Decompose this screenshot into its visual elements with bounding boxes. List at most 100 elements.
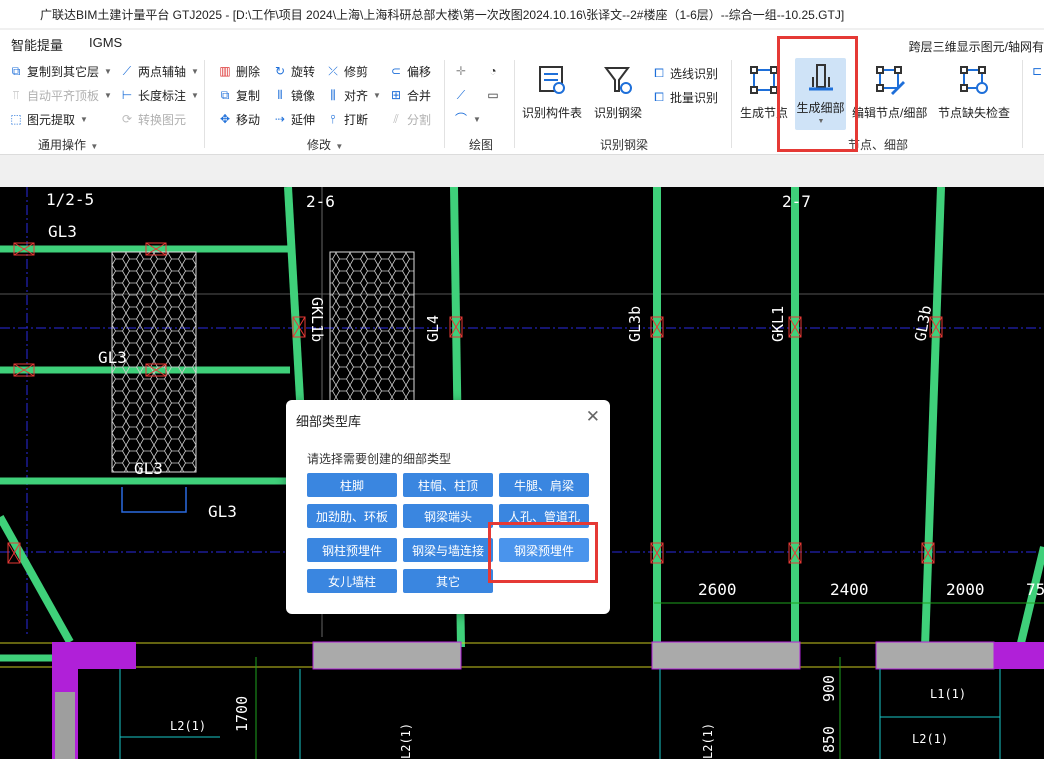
offset-icon: ⊂	[390, 64, 402, 78]
batch-recognize-button[interactable]: ⧠ 批量识别	[652, 87, 718, 107]
group-separator	[204, 60, 205, 148]
merge-icon: ⊞	[390, 88, 402, 102]
gen-node-button[interactable]: 生成节点	[740, 60, 788, 121]
type-button-manhole[interactable]: 人孔、管道孔	[499, 504, 589, 528]
chevron-down-icon: ▼	[191, 66, 199, 76]
menu-tab-igms[interactable]: IGMS	[89, 35, 122, 50]
batch-icon: ⧠	[654, 90, 664, 104]
toolbar-strip	[0, 155, 1044, 188]
auto-align-top-button[interactable]: ⫪ 自动平齐顶板 ▼	[9, 85, 112, 105]
ribbon-toolbar: ⧉ 复制到其它层 ▼ ⫪ 自动平齐顶板 ▼ ⬚ 图元提取 ▼ ⟋ 两点辅轴 ▼ ⊢ 长度…	[0, 56, 1044, 155]
rectangle-icon: ▭	[487, 88, 499, 102]
recognize-table-button[interactable]: 识别构件表	[522, 60, 582, 121]
trim-button[interactable]: ⤫ 修剪	[326, 61, 368, 81]
split-button[interactable]: ⫽ 分割	[389, 109, 431, 129]
recognize-beam-button[interactable]: 识别钢梁	[594, 60, 642, 121]
type-button-beam-end[interactable]: 钢梁端头	[403, 504, 493, 528]
align-button[interactable]: ⫼ 对齐 ▼	[326, 85, 381, 105]
break-button[interactable]: ⫯ 打断	[326, 109, 368, 129]
chevron-down-icon: ▼	[90, 142, 99, 151]
grid-label: 2-7	[782, 192, 811, 211]
type-button-column-embed[interactable]: 钢柱预埋件	[307, 538, 397, 562]
select-line-icon: ⧠	[654, 66, 664, 80]
node-check-button[interactable]: 节点缺失检查	[938, 60, 1010, 121]
menu-tab-smart[interactable]: 智能提量	[11, 35, 63, 54]
beam-label: GL3b	[626, 306, 644, 342]
grid-label: 2-6	[306, 192, 335, 211]
type-button-column-base[interactable]: 柱脚	[307, 473, 397, 497]
mirror-button[interactable]: ⫴ 镜像	[273, 85, 315, 105]
type-button-stiffener[interactable]: 加劲肋、环板	[307, 504, 397, 528]
offset-button[interactable]: ⊂ 偏移	[389, 61, 431, 81]
beam-label: L2(1)	[399, 723, 413, 759]
beam-label: L2(1)	[701, 723, 715, 759]
dimension-icon: ⊢	[121, 88, 133, 102]
group-label-general[interactable]: 通用操作 ▼	[38, 136, 98, 153]
point-icon: ✛	[455, 64, 467, 78]
break-icon: ⫯	[330, 112, 336, 126]
chevron-down-icon: ▼	[473, 114, 481, 124]
group-label-recognize: 识别钢梁	[600, 138, 649, 152]
draw-point-button[interactable]: ✛	[454, 61, 468, 81]
element-extract-button[interactable]: ⬚ 图元提取 ▼	[9, 109, 88, 129]
chevron-down-icon: ▼	[104, 90, 112, 100]
group-label-modify[interactable]: 修改 ▼	[307, 136, 343, 153]
group-separator	[731, 60, 732, 148]
dimension-label: 75	[1026, 580, 1044, 599]
detail-type-library-dialog: 细部类型库 ✕ 请选择需要创建的细部类型 柱脚 柱帽、柱顶 牛腿、肩梁 加劲肋、…	[286, 400, 610, 614]
extend-button[interactable]: ⇢ 延伸	[273, 109, 315, 129]
draw-arc-button[interactable]: ⌒ ▼	[454, 109, 481, 129]
menu-right-hint[interactable]: 跨层三维显示图元/轴网有	[909, 38, 1044, 55]
type-button-other[interactable]: 其它	[403, 569, 493, 593]
window-title: 广联达BIM土建计量平台 GTJ2025 - [D:\工作\项目 2024\上海…	[40, 7, 845, 22]
rotate-icon: ↻	[274, 64, 286, 78]
gen-detail-button[interactable]: 生成细部 ▼	[795, 58, 846, 130]
group-separator	[514, 60, 515, 148]
select-line-recognize-button[interactable]: ⧠ 选线识别	[652, 63, 718, 83]
draw-rotate-point-button[interactable]: ◔	[486, 61, 500, 81]
delete-button[interactable]: ▥ 删除	[218, 61, 260, 81]
node-icon	[744, 60, 784, 100]
merge-button[interactable]: ⊞ 合并	[389, 85, 431, 105]
delete-icon: ▥	[219, 64, 231, 78]
type-button-corbel[interactable]: 牛腿、肩梁	[499, 473, 589, 497]
convert-icon: ⟳	[121, 112, 133, 126]
copy-to-layer-button[interactable]: ⧉ 复制到其它层 ▼	[9, 61, 112, 81]
line-icon: ⟋	[456, 88, 466, 102]
type-button-column-cap[interactable]: 柱帽、柱顶	[403, 473, 493, 497]
chevron-down-icon: ▼	[104, 66, 112, 76]
chevron-down-icon: ▼	[80, 114, 88, 124]
edit-node-button[interactable]: 编辑节点/细部	[852, 60, 927, 121]
move-button[interactable]: ✥ 移动	[218, 109, 260, 129]
chevron-down-icon: ▼	[817, 118, 825, 125]
beam-label: L1(1)	[930, 687, 966, 701]
dimension-label: 1700	[233, 696, 251, 732]
group-label-node: 节点、细部	[848, 138, 909, 152]
draw-line-button[interactable]: ⟋	[454, 85, 468, 105]
beam-label: L2(1)	[170, 719, 206, 733]
group-label-draw: 绘图	[469, 138, 494, 152]
two-point-axis-button[interactable]: ⟋ 两点辅轴 ▼	[120, 61, 199, 81]
type-button-beam-embed[interactable]: 钢梁预埋件	[499, 538, 589, 562]
beam-label: GL3	[48, 222, 77, 241]
ribbon-overflow-button[interactable]: ⊏	[1030, 61, 1044, 81]
detail-icon	[801, 58, 841, 98]
rotate-button[interactable]: ↻ 旋转	[273, 61, 315, 81]
grid-label: 1/2-5	[46, 190, 94, 209]
type-button-parapet-column[interactable]: 女儿墙柱	[307, 569, 397, 593]
beam-label: GL3	[208, 502, 237, 521]
convert-element-button[interactable]: ⟳ 转换图元	[120, 109, 186, 129]
window-title-bar: 广联达BIM土建计量平台 GTJ2025 - [D:\工作\项目 2024\上海…	[0, 0, 1044, 28]
close-icon[interactable]: ✕	[586, 408, 600, 426]
beam-label: GL3	[98, 348, 127, 367]
arc-icon: ⌒	[454, 112, 467, 126]
beam-label: GL4	[424, 315, 442, 342]
dimension-label: 2600	[698, 580, 737, 599]
beam-label: GKL1b	[308, 297, 326, 342]
dimension-label: 2400	[830, 580, 869, 599]
dimension-label: 900	[820, 675, 838, 702]
length-annotation-button[interactable]: ⊢ 长度标注 ▼	[120, 85, 199, 105]
copy-button[interactable]: ⧉ 复制	[218, 85, 260, 105]
type-button-beam-wall[interactable]: 钢梁与墙连接	[403, 538, 493, 562]
draw-rect-button[interactable]: ▭	[486, 85, 500, 105]
